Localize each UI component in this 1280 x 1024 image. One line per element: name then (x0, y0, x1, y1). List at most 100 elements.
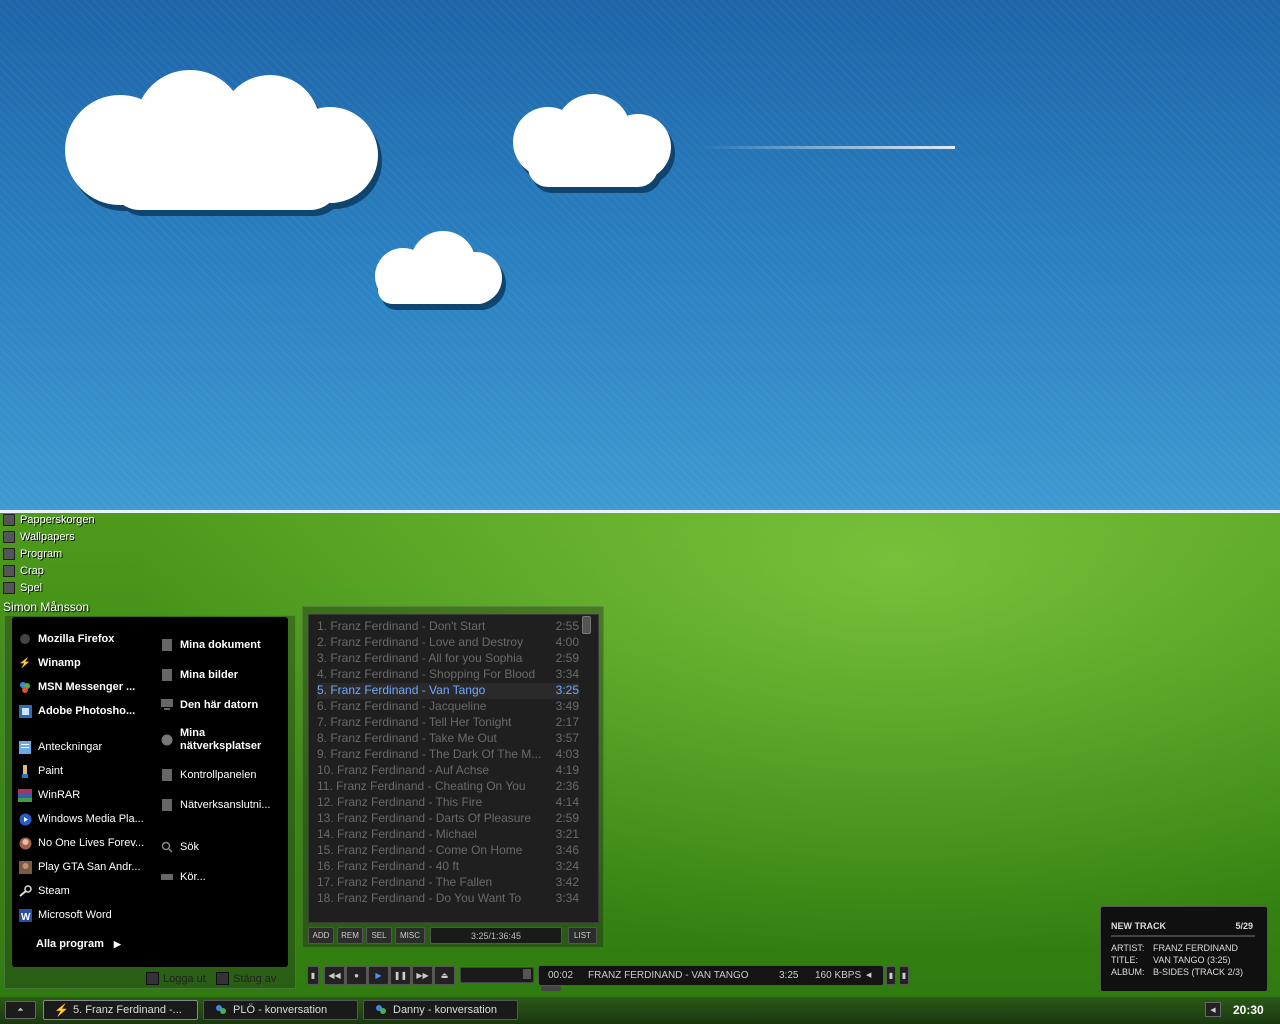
playlist-row[interactable]: 2. Franz Ferdinand - Love and Destroy 4:0… (317, 635, 579, 651)
start-item-photoshop[interactable]: Adobe Photosho... (18, 699, 158, 723)
logout-icon (146, 972, 159, 985)
desktop-icon-program[interactable]: Program (3, 545, 95, 562)
winamp-menu-icon[interactable]: ▮ (307, 966, 319, 985)
arrow-right-icon: ▶ (113, 939, 121, 949)
start-item-media-player[interactable]: Windows Media Pla... (18, 807, 158, 831)
start-item-winrar[interactable]: WinRAR (18, 783, 158, 807)
start-menu-places: Mina dokument Mina bilder Den här datorn… (160, 630, 285, 892)
stop-icon[interactable]: ● (346, 966, 367, 985)
playlist-select-button[interactable]: SEL (366, 927, 392, 944)
playlist-row[interactable]: 18. Franz Ferdinand - Do You Want To 3:34 (317, 891, 579, 907)
taskbar-item-plo-chat[interactable]: PLÖ - konversation (203, 1000, 358, 1020)
eject-icon: ⏶ (17, 1005, 24, 1014)
cloud-medium (513, 94, 675, 193)
track-length: 3:25 (779, 970, 799, 981)
playlist-row[interactable]: 17. Franz Ferdinand - The Fallen 3:42 (317, 875, 579, 891)
winamp-option-icon[interactable]: ▮ (899, 966, 909, 985)
playlist-row[interactable]: 4. Franz Ferdinand - Shopping For Blood 3… (317, 667, 579, 683)
recycle-bin-icon (3, 513, 15, 526)
msn-icon (214, 1003, 228, 1017)
playlist-row[interactable]: 12. Franz Ferdinand - This Fire 4:14 (317, 795, 579, 811)
start-item-anteckningar[interactable]: Anteckningar (18, 735, 158, 759)
start-item-den-har-datorn[interactable]: Den här datorn (160, 690, 285, 720)
desktop-icon-crap[interactable]: Crap (3, 562, 95, 579)
playlist-row[interactable]: 6. Franz Ferdinand - Jacqueline 3:49 (317, 699, 579, 715)
playlist-misc-button[interactable]: MISC (395, 927, 425, 944)
start-item-word[interactable]: W Microsoft Word (18, 903, 158, 927)
playlist-row[interactable]: 16. Franz Ferdinand - 40 ft 3:24 (317, 859, 579, 875)
word-icon: W (18, 908, 32, 922)
start-item-natverksanslutningar[interactable]: Nätverksanslutni... (160, 790, 285, 820)
volume-slider-knob[interactable] (523, 969, 531, 979)
start-item-firefox[interactable]: Mozilla Firefox (18, 627, 158, 651)
playlist-row[interactable]: 11. Franz Ferdinand - Cheating On You 2:3… (317, 779, 579, 795)
playlist-row[interactable]: 9. Franz Ferdinand - The Dark Of The M..… (317, 747, 579, 763)
notification-title: VAN TANGO (3:25) (1153, 955, 1231, 965)
winamp-icon: ⚡ (54, 1003, 69, 1017)
pictures-icon (160, 668, 174, 682)
playlist-row[interactable]: 15. Franz Ferdinand - Come On Home 3:46 (317, 843, 579, 859)
computer-icon (160, 698, 174, 712)
pause-icon[interactable]: ❚❚ (390, 966, 411, 985)
all-programs-button[interactable]: Alla program ▶ (36, 938, 121, 950)
paint-icon (18, 764, 32, 778)
start-item-nolf[interactable]: No One Lives Forev... (18, 831, 158, 855)
network-places-icon (160, 733, 174, 747)
seek-bar[interactable] (541, 986, 561, 991)
playlist-scrollbar[interactable] (582, 616, 591, 634)
playlist-row[interactable]: 1. Franz Ferdinand - Don't Start 2:55 (317, 619, 579, 635)
start-item-kor[interactable]: Kör... (160, 862, 285, 892)
playlist-row[interactable]: 8. Franz Ferdinand - Take Me Out 3:57 (317, 731, 579, 747)
start-button[interactable]: ⏶ (5, 1001, 36, 1019)
desktop-icon-spel[interactable]: Spel (3, 579, 95, 596)
desktop-icon-papperskorgen[interactable]: Papperskorgen (3, 511, 95, 528)
start-menu-programs: Mozilla Firefox ⚡ Winamp MSN Messenger ..… (18, 627, 158, 927)
winrar-icon (18, 788, 32, 802)
winamp-display: 00:02 FRANZ FERDINAND - VAN TANGO 3:25 1… (538, 965, 884, 986)
playlist-row[interactable]: 7. Franz Ferdinand - Tell Her Tonight 2:1… (317, 715, 579, 731)
playlist-list-button[interactable]: LIST (568, 927, 597, 944)
start-item-natverksplatser[interactable]: Mina nätverksplatser (160, 720, 285, 760)
taskbar-item-danny-chat[interactable]: Danny - konversation (363, 1000, 518, 1020)
playlist-row[interactable]: 14. Franz Ferdinand - Michael 3:21 (317, 827, 579, 843)
photoshop-icon (18, 704, 32, 718)
network-connections-icon (160, 798, 174, 812)
playlist-row[interactable]: 10. Franz Ferdinand - Auf Achse 4:19 (317, 763, 579, 779)
winamp-icon: ⚡ (18, 657, 32, 669)
start-item-kontrollpanelen[interactable]: Kontrollpanelen (160, 760, 285, 790)
next-icon[interactable]: ▶▶ (412, 966, 433, 985)
playlist-row[interactable]: 13. Franz Ferdinand - Darts Of Pleasure 2… (317, 811, 579, 827)
start-item-winamp[interactable]: ⚡ Winamp (18, 651, 158, 675)
start-item-steam[interactable]: Steam (18, 879, 158, 903)
start-item-paint[interactable]: Paint (18, 759, 158, 783)
play-icon[interactable]: ▶ (368, 966, 389, 985)
start-item-gta[interactable]: Play GTA San Andr... (18, 855, 158, 879)
power-icon (216, 972, 229, 985)
desktop-icons: Papperskorgen Wallpapers Program Crap Sp… (3, 511, 95, 596)
tray-expand-icon[interactable]: ◀ (1205, 1002, 1221, 1017)
playlist-remove-button[interactable]: REM (337, 927, 363, 944)
start-item-msn[interactable]: MSN Messenger ... (18, 675, 158, 699)
documents-icon (160, 638, 174, 652)
playlist-row-active[interactable]: 5. Franz Ferdinand - Van Tango 3:25 (317, 683, 579, 699)
firefox-icon (18, 632, 32, 646)
logout-button[interactable]: Logga ut (146, 972, 206, 985)
start-item-sok[interactable]: Sök (160, 832, 285, 862)
playlist-row[interactable]: 3. Franz Ferdinand - All for you Sophia 2… (317, 651, 579, 667)
winamp-option-icon[interactable]: ▮ (886, 966, 896, 985)
arrow-left-icon[interactable]: ◀ (866, 971, 871, 979)
start-item-mina-bilder[interactable]: Mina bilder (160, 660, 285, 690)
msn-icon (18, 680, 32, 694)
taskbar-item-winamp[interactable]: ⚡ 5. Franz Ferdinand -... (43, 1000, 198, 1020)
previous-icon[interactable]: ◀◀ (324, 966, 345, 985)
notification-artist: FRANZ FERDINAND (1153, 943, 1238, 953)
folder-icon (3, 547, 15, 560)
shutdown-button[interactable]: Stäng av (216, 972, 276, 985)
volume-slider[interactable] (460, 967, 534, 983)
desktop-icon-wallpapers[interactable]: Wallpapers (3, 528, 95, 545)
start-item-mina-dokument[interactable]: Mina dokument (160, 630, 285, 660)
new-track-notification: NEW TRACK 5/29 ARTIST: FRANZ FERDINAND T… (1100, 906, 1268, 992)
eject-icon[interactable]: ⏏ (434, 966, 455, 985)
notification-heading: NEW TRACK (1111, 921, 1166, 931)
playlist-add-button[interactable]: ADD (308, 927, 334, 944)
